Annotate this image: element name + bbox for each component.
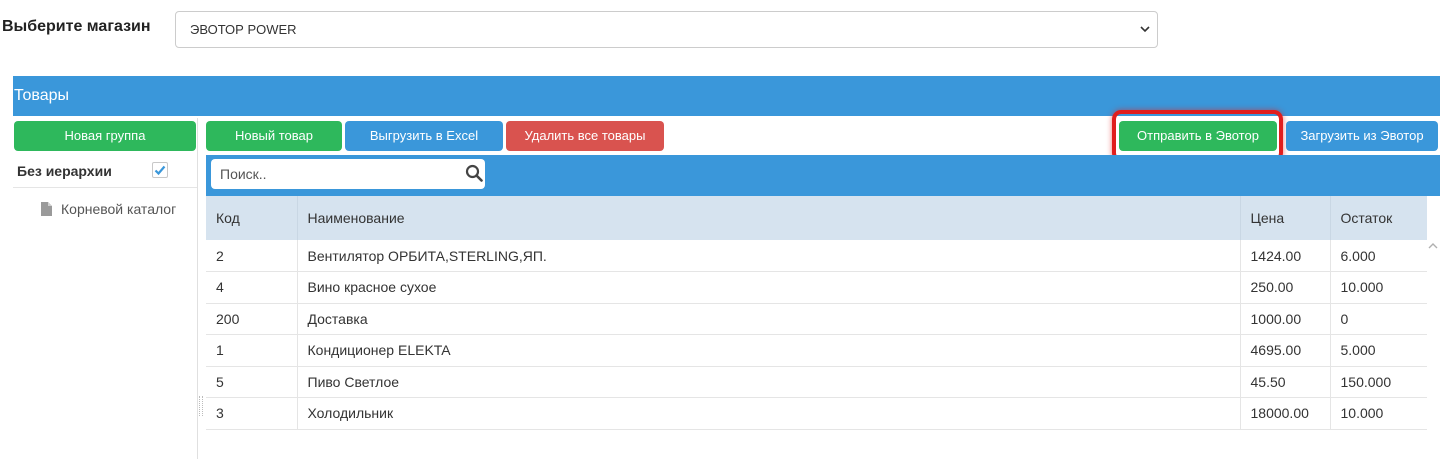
column-header-stock[interactable]: Остаток	[1330, 196, 1427, 240]
table-row[interactable]: 200 Доставка 1000.00 0	[206, 303, 1427, 335]
load-from-evotor-button[interactable]: Загрузить из Эвотор	[1286, 121, 1438, 151]
cell-code: 3	[206, 397, 298, 430]
cell-code: 2	[206, 240, 298, 272]
no-hierarchy-checkbox[interactable]	[152, 162, 168, 178]
cell-name: Кондиционер ELEKTA	[297, 334, 1241, 367]
send-to-evotor-button[interactable]: Отправить в Эвотор	[1119, 121, 1277, 151]
new-group-button[interactable]: Новая группа	[14, 121, 196, 151]
delete-all-button[interactable]: Удалить все товары	[506, 121, 664, 151]
cell-name: Пиво Светлое	[297, 366, 1241, 398]
cell-price: 1000.00	[1240, 303, 1331, 335]
table-header-row: Код Наименование Цена Остаток	[206, 196, 1427, 240]
cell-price: 4695.00	[1240, 334, 1331, 367]
no-hierarchy-label: Без иерархии	[17, 163, 112, 179]
table-row[interactable]: 3 Холодильник 18000.00 10.000	[206, 397, 1427, 430]
cell-stock: 150.000	[1330, 366, 1427, 398]
search-input[interactable]	[211, 159, 485, 189]
table-row[interactable]: 2 Вентилятор ОРБИТА,STERLING,ЯП. 1424.00…	[206, 240, 1427, 272]
products-table: Код Наименование Цена Остаток 2 Вентилят…	[206, 196, 1427, 430]
cell-stock: 6.000	[1330, 240, 1427, 272]
search-bar	[206, 155, 1440, 196]
cell-code: 200	[206, 303, 298, 335]
group-sidebar: Новая группа Без иерархии Корневой катал…	[13, 118, 198, 459]
checkmark-icon	[154, 165, 166, 176]
column-header-price[interactable]: Цена	[1240, 196, 1331, 240]
column-header-code[interactable]: Код	[206, 196, 298, 240]
new-item-button[interactable]: Новый товар	[206, 121, 342, 151]
cell-code: 5	[206, 366, 298, 398]
cell-price: 45.50	[1240, 366, 1331, 398]
chevron-down-icon	[1140, 26, 1150, 33]
cell-code: 4	[206, 271, 298, 304]
search-icon[interactable]	[465, 164, 483, 182]
cell-price: 1424.00	[1240, 240, 1331, 272]
cell-name: Доставка	[297, 303, 1241, 335]
cell-stock: 10.000	[1330, 271, 1427, 304]
column-header-name[interactable]: Наименование	[297, 196, 1241, 240]
cell-price: 250.00	[1240, 271, 1331, 304]
cell-name: Вентилятор ОРБИТА,STERLING,ЯП.	[297, 240, 1241, 272]
cell-stock: 10.000	[1330, 397, 1427, 430]
file-icon	[41, 202, 52, 216]
store-select[interactable]: ЭВОТОР POWER	[175, 11, 1158, 48]
table-row[interactable]: 5 Пиво Светлое 45.50 150.000	[206, 366, 1427, 398]
table-row[interactable]: 1 Кондиционер ELEKTA 4695.00 5.000	[206, 334, 1427, 367]
panel-title: Товары	[14, 87, 70, 104]
cell-code: 1	[206, 334, 298, 367]
cell-stock: 0	[1330, 303, 1427, 335]
export-excel-button[interactable]: Выгрузить в Excel	[345, 121, 503, 151]
table-row[interactable]: 4 Вино красное сухое 250.00 10.000	[206, 271, 1427, 304]
cell-name: Вино красное сухое	[297, 271, 1241, 304]
scroll-up-icon[interactable]	[1427, 241, 1439, 251]
cell-stock: 5.000	[1330, 334, 1427, 367]
tree-node-label: Корневой каталог	[61, 201, 177, 217]
store-label: Выберите магазин	[2, 18, 151, 35]
resize-handle[interactable]	[199, 396, 203, 416]
cell-name: Холодильник	[297, 397, 1241, 430]
no-hierarchy-row[interactable]: Без иерархии	[13, 155, 197, 188]
cell-price: 18000.00	[1240, 397, 1331, 430]
store-select-value: ЭВОТОР POWER	[190, 22, 297, 37]
